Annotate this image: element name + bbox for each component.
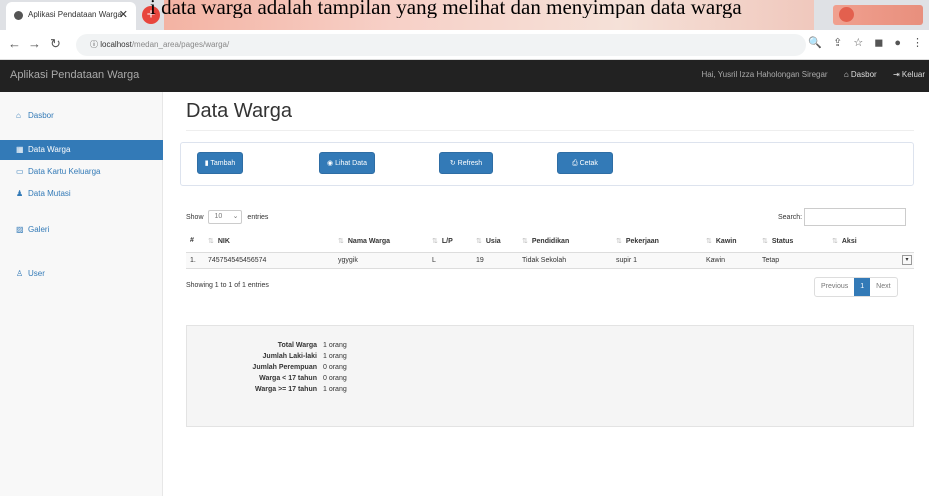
nav-logout-link[interactable]: ⇥ Keluar [893, 70, 925, 79]
action-panel: ▮ Tambah ◉ Lihat Data ↻ Refresh ⎙ Cetak [180, 142, 914, 186]
sort-icon: ⇅ [832, 237, 838, 245]
back-icon[interactable]: ← [8, 36, 21, 51]
table-row: 1. 745754545456574 ygygik L 19 Tidak Sek… [186, 252, 914, 269]
url-path: /medan_area/pages/warga/ [131, 40, 230, 49]
app-brand[interactable]: Aplikasi Pendataan Warga [10, 69, 139, 81]
sidebar-item-data-mutasi[interactable]: ♟ Data Mutasi [0, 184, 163, 204]
sort-icon: ⇅ [476, 237, 482, 245]
summary-panel: Total Warga 1 orang Jumlah Laki-laki 1 ora… [186, 325, 914, 427]
url-host: localhost [100, 40, 132, 49]
view-data-button[interactable]: ◉ Lihat Data [319, 152, 375, 174]
cell-nama: ygygik [334, 252, 428, 269]
page-title: Data Warga [186, 100, 292, 122]
navbar-right: Hai, Yusril Izza Haholongan Siregar ⌂ Da… [687, 70, 925, 79]
url-input[interactable]: ⓘ localhost/medan_area/pages/warga/ [76, 34, 806, 56]
sidebar-item-dasbor[interactable]: ⌂ Dasbor [0, 106, 163, 126]
cell-status: Tetap [758, 252, 828, 269]
reload-icon[interactable]: ↻ [50, 36, 61, 52]
sidebar-item-galeri[interactable]: ▨ Galeri [0, 220, 163, 240]
cell-kawin: Kawin [702, 252, 758, 269]
home-icon: ⌂ [16, 111, 21, 120]
col-header[interactable]: ⇅ Status [758, 230, 828, 253]
logout-icon: ⇥ [892, 70, 902, 79]
table-search: Search: [778, 208, 907, 226]
entries-length: Show 10 ⌄ entries [186, 210, 268, 224]
sort-icon: ⇅ [432, 237, 438, 245]
app-navbar: Aplikasi Pendataan Warga Hai, Yusril Izz… [0, 60, 929, 92]
sidebar-item-kartu-keluarga[interactable]: ▭ Data Kartu Keluarga [0, 162, 163, 182]
sort-icon: ⇅ [338, 237, 344, 245]
search-input[interactable] [804, 208, 907, 226]
pagination: Previous 1 Next [814, 277, 898, 297]
col-header[interactable]: ⇅ Aksi [828, 230, 914, 253]
col-header[interactable]: ⇅ Pekerjaan [612, 230, 702, 253]
col-header[interactable]: ⇅ L/P [428, 230, 472, 253]
card-icon: ▭ [16, 167, 24, 176]
table-info: Showing 1 to 1 of 1 entries [186, 282, 269, 289]
image-icon: ▨ [16, 225, 24, 234]
pager-next[interactable]: Next [870, 278, 896, 296]
cell-nik: 745754545456574 [204, 252, 334, 269]
col-header[interactable]: ⇅ Nama Warga [334, 230, 428, 253]
sidebar-item-user[interactable]: ♙ User [0, 264, 163, 284]
address-bar-row: ← → ↻ ⓘ localhost/medan_area/pages/warga… [0, 30, 929, 60]
sidebar: ⌂ Dasbor ▦ Data Warga ▭ Data Kartu Keluarga… [0, 92, 163, 496]
refresh-icon: ↻ [449, 160, 458, 167]
cell-usia: 19 [472, 252, 518, 269]
cell-no: 1. [186, 252, 204, 269]
print-button[interactable]: ⎙ Cetak [557, 152, 613, 174]
user-icon: ♙ [16, 269, 24, 278]
col-header[interactable]: ⇅ Kawin [702, 230, 758, 253]
pager-previous[interactable]: Previous [815, 278, 854, 296]
refresh-button[interactable]: ↻ Refresh [439, 152, 493, 174]
pager-current[interactable]: 1 [854, 278, 871, 296]
sort-icon: ⇅ [522, 237, 528, 245]
action-dropdown-icon[interactable]: ▾ [902, 255, 912, 265]
eye-icon: ◉ [327, 160, 336, 167]
cell-pekerjaan: supir 1 [612, 252, 702, 269]
cell-pendidikan: Tidak Sekolah [518, 252, 612, 269]
cell-aksi: ▾ [828, 252, 914, 269]
nav-dashboard-link[interactable]: ⌂ Dasbor [844, 70, 877, 79]
menu-icon[interactable]: ⋮ [912, 37, 923, 49]
users-icon: ♟ [16, 189, 24, 198]
toolbar-icons: 🔍 ⇪ ☆ ◼ ● ⋮ [797, 36, 923, 49]
entries-select[interactable]: 10 ⌄ [208, 210, 243, 224]
user-greeting: Hai, Yusril Izza Haholongan Siregar [701, 70, 828, 79]
divider [186, 130, 914, 131]
zoom-icon[interactable]: 🔍 [808, 37, 822, 49]
col-header[interactable]: ⇅ Pendidikan [518, 230, 612, 253]
add-button[interactable]: ▮ Tambah [197, 152, 243, 174]
sort-icon: ⇅ [762, 237, 768, 245]
home-icon: ⌂ [843, 70, 851, 79]
share-icon[interactable]: ⇪ [833, 37, 842, 49]
info-icon: ⓘ [90, 40, 101, 49]
chevron-down-icon: ⌄ [232, 213, 239, 220]
table-header-row: # ⇅ NIK ⇅ Nama Warga ⇅ L/P ⇅ Usia ⇅ Pendidika… [186, 230, 914, 253]
sort-icon: ⇅ [706, 237, 712, 245]
profile-icon[interactable]: ● [894, 37, 901, 49]
cell-jk: L [428, 252, 472, 269]
bookmark-icon[interactable]: ☆ [853, 37, 863, 49]
col-header[interactable]: ⇅ Usia [472, 230, 518, 253]
sidebar-item-data-warga[interactable]: ▦ Data Warga [0, 140, 163, 160]
window-icon[interactable]: ◼ [874, 37, 883, 49]
sort-icon: ⇅ [208, 237, 214, 245]
sort-icon: ⇅ [616, 237, 622, 245]
table-icon: ▦ [16, 145, 24, 154]
caption-text: i data warga adalah tampilan yang meliha… [150, 0, 742, 18]
forward-icon[interactable]: → [28, 36, 41, 51]
col-header[interactable]: ⇅ NIK [204, 230, 334, 253]
print-icon: ⎙ [572, 160, 580, 167]
col-header[interactable]: # [186, 230, 204, 253]
warga-table: # ⇅ NIK ⇅ Nama Warga ⇅ L/P ⇅ Usia ⇅ Pendidika… [186, 230, 914, 269]
